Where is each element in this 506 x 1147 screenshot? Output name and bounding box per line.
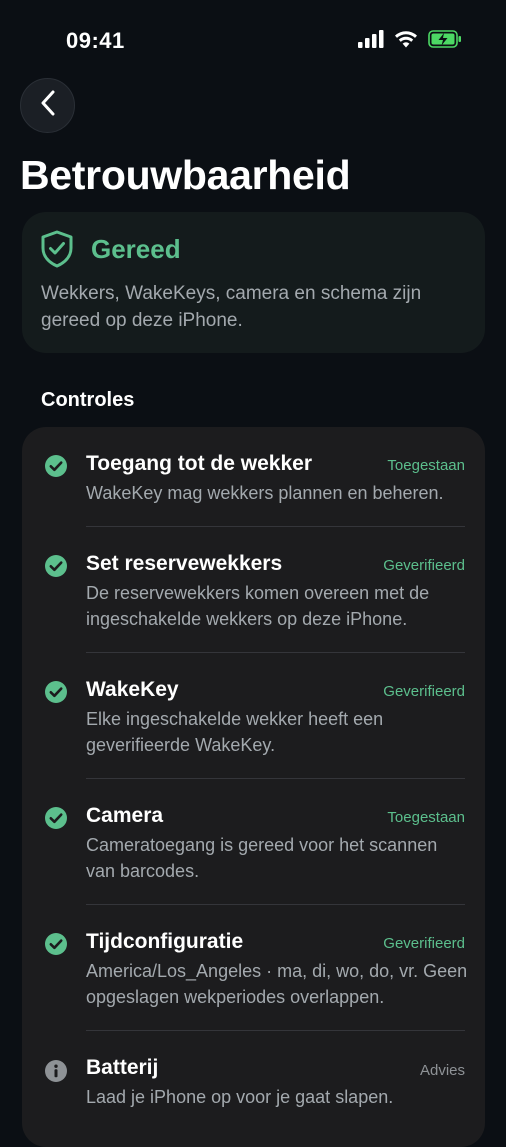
divider: [86, 904, 465, 905]
check-status: Toegestaan: [387, 809, 465, 826]
checkmark-circle-icon: [44, 932, 68, 956]
check-description: Elke ingeschakelde wekker heeft een geve…: [86, 709, 384, 755]
check-title: Batterij: [86, 1056, 159, 1079]
check-title: Toegang tot de wekker: [86, 452, 312, 475]
check-status: Geverifieerd: [383, 683, 465, 700]
check-title: Camera: [86, 804, 164, 827]
summary-message: Wekkers, WakeKeys, camera en schema zijn…: [41, 283, 422, 331]
check-description: De reservewekkers komen overeen met de i…: [86, 583, 430, 629]
status-time: 09:41: [66, 28, 125, 53]
page-title: Betrouwbaarheid: [20, 152, 351, 198]
wifi-icon: [394, 30, 418, 48]
check-description: WakeKey mag wekkers plannen en beheren.: [86, 483, 444, 503]
section-title-checks: Controles: [41, 389, 135, 411]
check-title: WakeKey: [86, 678, 179, 701]
check-title: Set reservewekkers: [86, 552, 283, 575]
checkmark-circle-icon: [44, 680, 68, 704]
readiness-summary-card: Gereed Wekkers, WakeKeys, camera en sche…: [22, 212, 485, 353]
check-description: America/Los_Angeles · ma, di, wo, do, vr…: [86, 961, 468, 1007]
checks-list: Toegang tot de wekker Toegestaan WakeKey…: [22, 427, 485, 1147]
divider: [86, 652, 465, 653]
battery-charging-icon: [428, 30, 462, 48]
info-circle-icon: [44, 1059, 68, 1083]
check-title: Tijdconfiguratie: [86, 930, 244, 953]
shield-check-icon: [40, 230, 74, 273]
status-bar: 09:41: [0, 0, 506, 80]
checkmark-circle-icon: [44, 806, 68, 830]
cellular-signal-icon: [358, 30, 384, 48]
check-description: Laad je iPhone op voor je gaat slapen.: [86, 1087, 394, 1107]
divider: [86, 1030, 465, 1031]
check-status: Advies: [419, 1062, 465, 1079]
checkmark-circle-icon: [44, 554, 68, 578]
status-icons: [358, 30, 462, 48]
chevron-left-icon: [40, 90, 56, 121]
check-description: Cameratoegang is gereed voor het scannen…: [86, 835, 438, 881]
check-status: Geverifieerd: [383, 557, 465, 574]
summary-heading: Gereed: [91, 234, 181, 264]
check-status: Toegestaan: [387, 457, 465, 474]
back-button[interactable]: [20, 78, 75, 133]
divider: [86, 778, 465, 779]
divider: [86, 526, 465, 527]
check-status: Geverifieerd: [383, 935, 465, 952]
checkmark-circle-icon: [44, 454, 68, 478]
